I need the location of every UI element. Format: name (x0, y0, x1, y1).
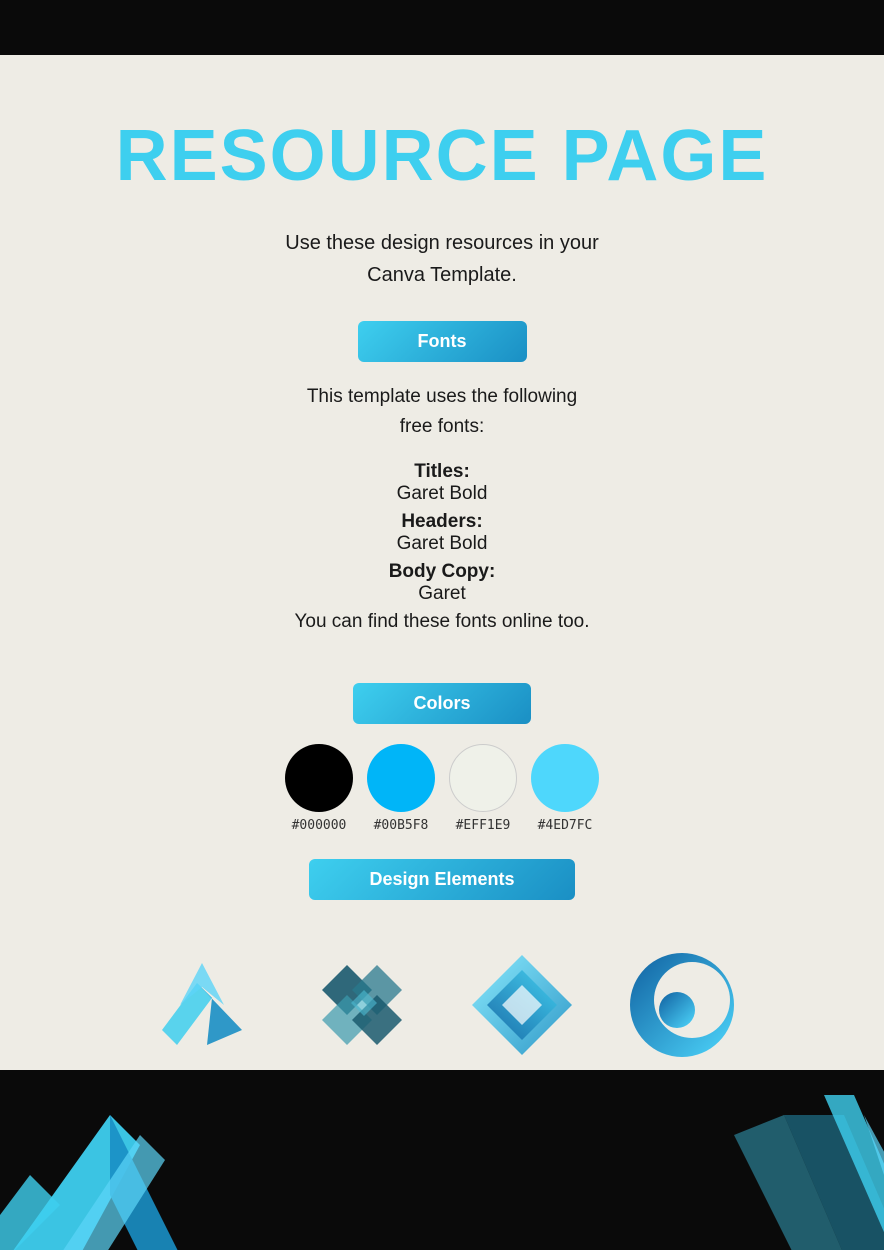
swatch-lightblue: #4ED7FC (531, 744, 599, 833)
design-elements-section: Design Elements (80, 859, 804, 1070)
design-elements-badge: Design Elements (309, 859, 574, 900)
headers-label: Headers: (401, 511, 482, 533)
swatch-black: #000000 (285, 744, 353, 833)
fonts-badge: Fonts (358, 321, 527, 362)
swatch-white-circle (449, 744, 517, 812)
swatch-blue-label: #00B5F8 (374, 818, 429, 833)
titles-label: Titles: (414, 461, 470, 483)
swatch-white: #EFF1E9 (449, 744, 517, 833)
bottom-deco-right (554, 1070, 884, 1250)
body-value: Garet (418, 583, 466, 605)
swatch-blue: #00B5F8 (367, 744, 435, 833)
colors-section: Colors #000000 #00B5F8 #EFF1E9 #4ED7FC (80, 683, 804, 839)
body-label: Body Copy: (389, 561, 496, 583)
titles-value: Garet Bold (397, 483, 488, 505)
swatch-lightblue-circle (531, 744, 599, 812)
swatch-lightblue-label: #4ED7FC (538, 818, 593, 833)
icon-diamond-blue (457, 940, 587, 1070)
fonts-section: Fonts This template uses the following f… (80, 321, 804, 663)
main-content: RESOURCE PAGE Use these design resources… (0, 55, 884, 1090)
fonts-description: This template uses the following free fo… (307, 382, 577, 443)
bottom-section (0, 1070, 884, 1250)
color-swatches: #000000 #00B5F8 #EFF1E9 #4ED7FC (285, 744, 599, 833)
subtitle: Use these design resources in your Canva… (285, 227, 599, 291)
icon-arrow (137, 940, 267, 1070)
colors-badge: Colors (353, 683, 530, 724)
swatch-white-label: #EFF1E9 (456, 818, 511, 833)
icon-diamond-dark (297, 940, 427, 1070)
swatch-black-circle (285, 744, 353, 812)
swatch-black-label: #000000 (292, 818, 347, 833)
page-title: RESOURCE PAGE (116, 115, 769, 197)
swatch-blue-circle (367, 744, 435, 812)
icon-circle-moon (617, 940, 747, 1070)
design-icons-row (137, 940, 747, 1070)
font-find-text: You can find these fonts online too. (294, 611, 589, 633)
top-bar (0, 0, 884, 55)
headers-value: Garet Bold (397, 533, 488, 555)
bottom-deco-left (0, 1070, 330, 1250)
